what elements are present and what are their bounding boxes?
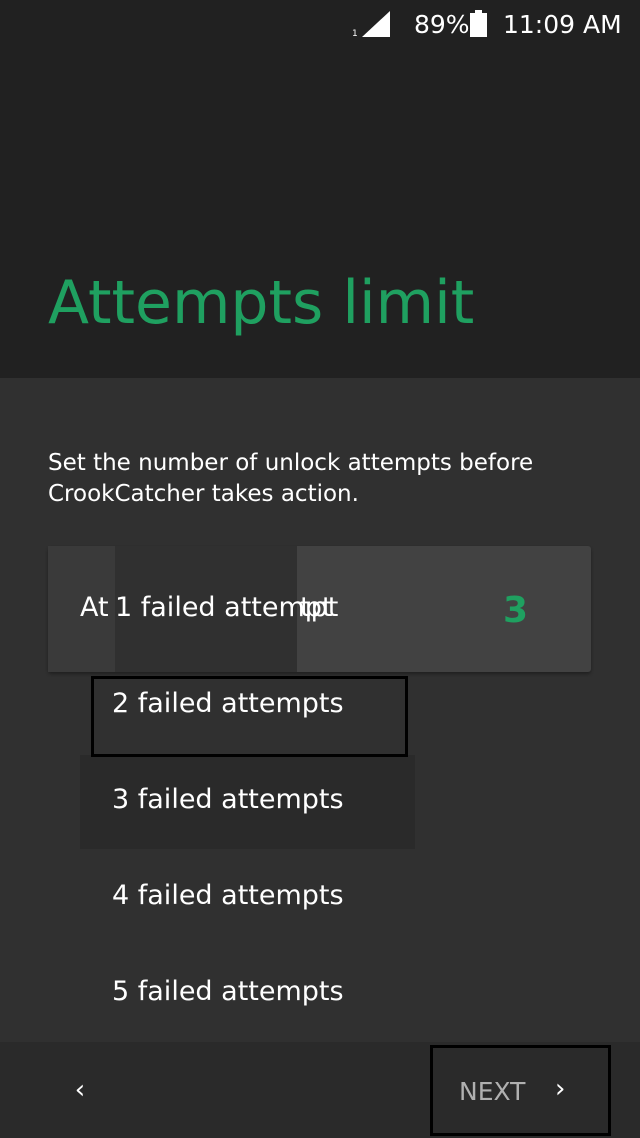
dropdown-item-5[interactable]: 5 failed attempts (112, 976, 344, 1007)
page-title: Attempts limit (48, 268, 475, 338)
dropdown-item-4[interactable]: 4 failed attempts (112, 880, 344, 911)
dropdown-item-2[interactable]: 2 failed attempts (112, 688, 344, 719)
next-button[interactable]: NEXT › (430, 1045, 611, 1136)
battery-icon (470, 10, 487, 37)
dropdown-item-3[interactable]: 3 failed attempts (112, 784, 344, 815)
status-bar: 1 89% 11:09 AM (0, 0, 640, 50)
signal-icon (362, 11, 390, 37)
next-button-label: NEXT (459, 1077, 526, 1106)
attempts-value: 3 (503, 590, 529, 631)
back-button[interactable]: ‹ (50, 1055, 110, 1125)
sim-label: 1 (352, 29, 358, 39)
description-text: Set the number of unlock attempts before… (48, 450, 534, 507)
chevron-left-icon: ‹ (74, 1075, 86, 1105)
battery-percent: 89% (414, 10, 470, 39)
chevron-right-icon: › (555, 1074, 566, 1104)
dropdown-item-1[interactable]: 1 failed attempt (115, 592, 333, 623)
clock: 11:09 AM (503, 10, 622, 39)
card-label-partial: At (80, 592, 109, 623)
